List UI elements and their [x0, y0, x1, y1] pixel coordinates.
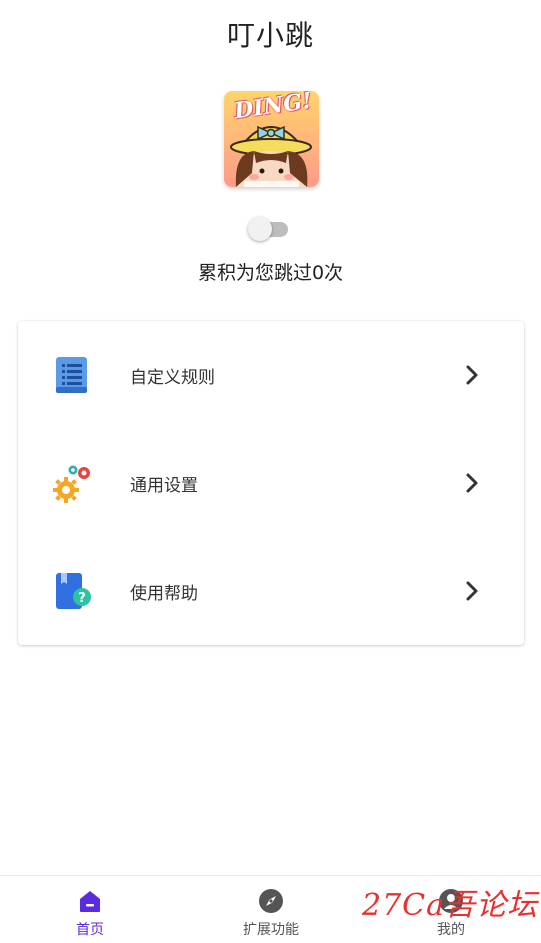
- menu-item-label: 通用设置: [130, 476, 198, 496]
- chevron-right-icon: [464, 471, 482, 495]
- toggle-knob: [248, 217, 272, 241]
- app-logo: DING!: [224, 91, 319, 187]
- service-toggle[interactable]: [248, 216, 290, 242]
- menu-item-label: 使用帮助: [130, 584, 198, 604]
- menu-item-help[interactable]: ? 使用帮助: [18, 537, 524, 645]
- menu-item-custom-rules[interactable]: 自定义规则: [18, 321, 524, 429]
- menu-card: 自定义规则 通用设置 ? 使用帮助: [18, 321, 524, 645]
- app-title: 叮小跳: [226, 19, 314, 52]
- tab-extensions[interactable]: 扩展功能: [181, 876, 361, 943]
- svg-text:?: ?: [78, 591, 86, 606]
- watermark: 27Ca吾论坛: [362, 888, 539, 923]
- document-list-icon: [52, 354, 94, 396]
- compass-icon: [258, 888, 284, 914]
- chevron-right-icon: [464, 579, 482, 603]
- tab-home[interactable]: 首页: [0, 876, 180, 943]
- skip-count-text: 累积为您跳过0次: [197, 262, 344, 284]
- nav-label: 首页: [76, 922, 104, 938]
- nav-label: 扩展功能: [243, 922, 299, 938]
- menu-item-label: 自定义规则: [130, 368, 215, 388]
- gears-icon: [52, 462, 94, 504]
- menu-item-general-settings[interactable]: 通用设置: [18, 429, 524, 537]
- chevron-right-icon: [464, 363, 482, 387]
- home-icon: [77, 888, 103, 914]
- help-book-icon: ?: [52, 570, 94, 612]
